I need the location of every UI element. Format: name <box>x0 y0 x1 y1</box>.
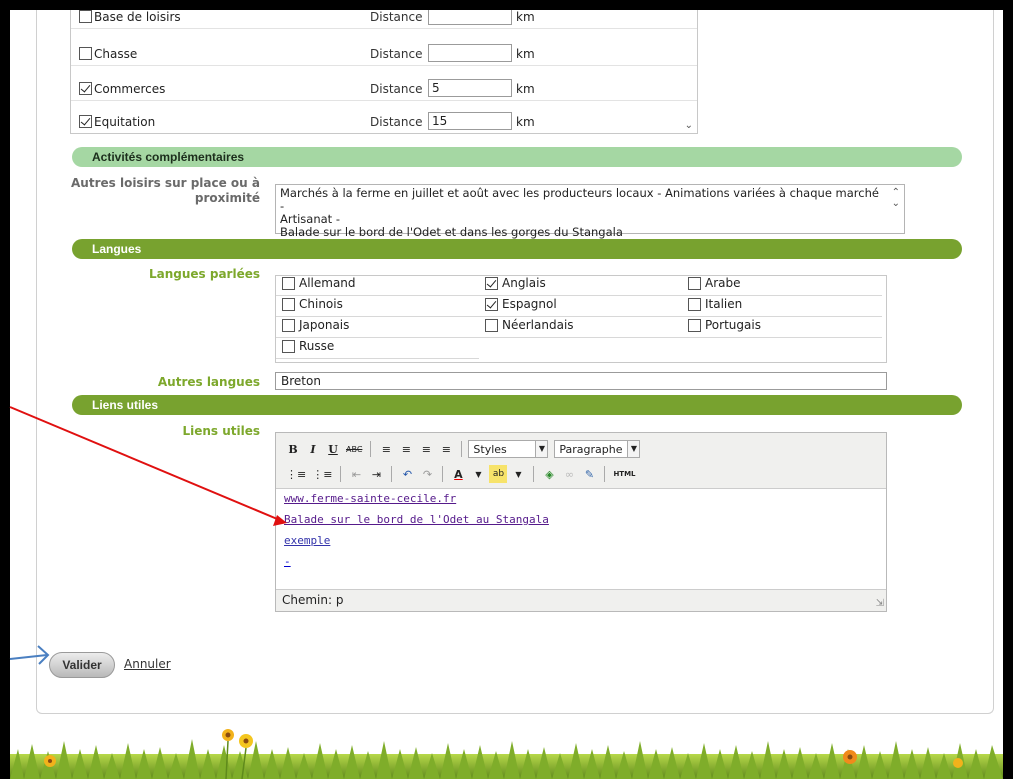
red-arrowhead-icon <box>273 515 287 526</box>
blue-arrow-line <box>9 654 48 660</box>
red-arrow-line <box>9 406 283 522</box>
annotation-arrows <box>9 406 287 665</box>
